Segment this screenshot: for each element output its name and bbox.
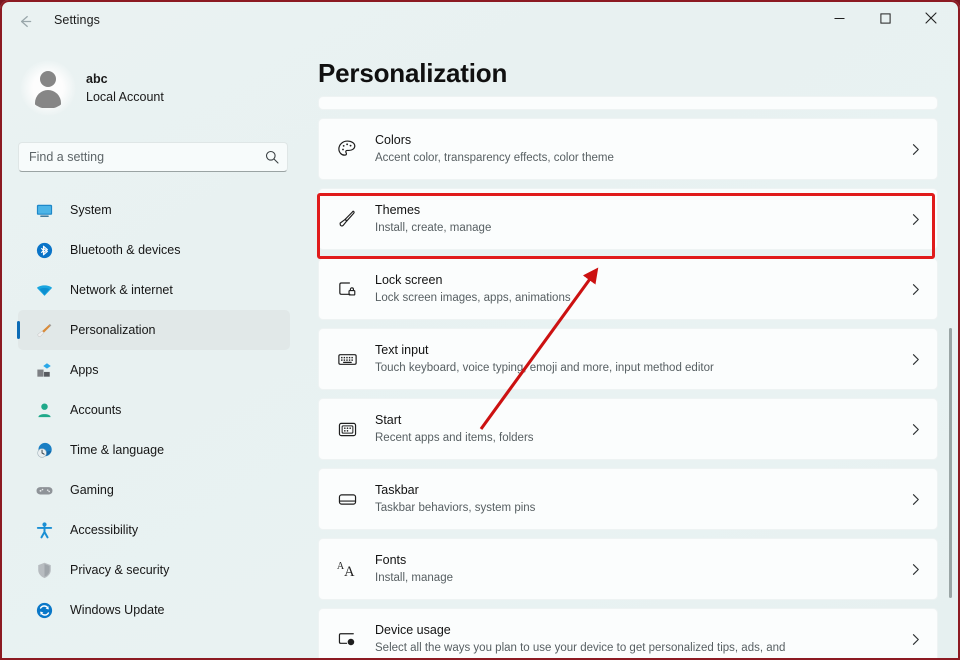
sidebar-item-accessibility[interactable]: Accessibility	[18, 510, 290, 550]
search-box[interactable]	[18, 142, 288, 172]
update-refresh-icon	[32, 600, 56, 620]
svg-text:A: A	[344, 564, 355, 580]
title-bar: Settings	[2, 2, 958, 40]
sidebar-item-network-internet[interactable]: Network & internet	[18, 270, 290, 310]
bluetooth-icon	[32, 240, 56, 260]
sidebar-item-label: Privacy & security	[70, 563, 170, 577]
card-title: Start	[375, 413, 402, 427]
sidebar-item-privacy-security[interactable]: Privacy & security	[18, 550, 290, 590]
window-inner: Settings abc Local Account Find a settin…	[2, 2, 958, 660]
app-title: Settings	[54, 13, 100, 27]
chevron-right-icon	[893, 633, 937, 646]
search-icon	[257, 150, 287, 164]
sidebar-item-label: Time & language	[70, 443, 165, 457]
wifi-icon	[32, 280, 56, 300]
card-subtitle: Touch keyboard, voice typing, emoji and …	[375, 362, 714, 374]
chevron-right-icon	[893, 493, 937, 506]
minimize-button[interactable]	[816, 2, 862, 34]
card-subtitle: Accent color, transparency effects, colo…	[375, 152, 614, 164]
sidebar-item-label: Accounts	[70, 403, 122, 417]
settings-card-colors[interactable]: Colors Accent color, transparency effect…	[318, 118, 938, 180]
sidebar-item-label: Personalization	[70, 323, 156, 337]
fonts-aa-icon: A A	[319, 549, 375, 589]
sidebar-item-label: Accessibility	[70, 523, 139, 537]
gamepad-icon	[32, 480, 56, 500]
sidebar-item-label: Network & internet	[70, 283, 173, 297]
sidebar: abc Local Account Find a setting System …	[2, 40, 304, 660]
settings-card-taskbar[interactable]: Taskbar Taskbar behaviors, system pins	[318, 468, 938, 530]
clock-globe-icon	[32, 440, 56, 460]
card-title: Text input	[375, 343, 429, 357]
maximize-button[interactable]	[862, 2, 908, 34]
person-icon	[32, 400, 56, 420]
sidebar-item-accounts[interactable]: Accounts	[18, 390, 290, 430]
card-title: Colors	[375, 133, 412, 147]
card-subtitle: Install, create, manage	[375, 222, 492, 234]
chevron-right-icon	[893, 143, 937, 156]
sidebar-item-label: Windows Update	[70, 603, 165, 617]
sidebar-item-personalization[interactable]: Personalization	[17, 310, 290, 350]
paintbrush-icon	[32, 320, 56, 340]
vertical-scrollbar[interactable]	[949, 328, 952, 598]
taskbar-icon	[319, 479, 375, 519]
card-subtitle: Select all the ways you plan to use your…	[375, 642, 786, 654]
card-title: Device usage	[375, 623, 451, 637]
user-avatar-icon	[27, 67, 69, 109]
card-subtitle: Taskbar behaviors, system pins	[375, 502, 536, 514]
start-grid-icon	[319, 409, 375, 449]
sidebar-nav: System Bluetooth & devices Network & int…	[17, 190, 290, 630]
device-usage-icon	[319, 619, 375, 659]
chevron-right-icon	[893, 423, 937, 436]
card-subtitle: Install, manage	[375, 572, 453, 584]
search-input[interactable]	[19, 150, 257, 164]
shield-icon	[32, 560, 56, 580]
sidebar-item-gaming[interactable]: Gaming	[18, 470, 290, 510]
apps-icon	[32, 360, 56, 380]
settings-card-text-input[interactable]: Text input Touch keyboard, voice typing,…	[318, 328, 938, 390]
sidebar-item-bluetooth-devices[interactable]: Bluetooth & devices	[18, 230, 290, 270]
sidebar-item-label: System	[70, 203, 112, 217]
card-title: Taskbar	[375, 483, 419, 497]
sidebar-item-apps[interactable]: Apps	[18, 350, 290, 390]
close-button[interactable]	[908, 2, 954, 34]
sidebar-item-label: Bluetooth & devices	[70, 243, 181, 257]
paintbrush-icon	[319, 199, 375, 239]
keyboard-icon	[319, 339, 375, 379]
main-content: Personalization Colors Accent color, tra…	[304, 40, 958, 660]
account-tile[interactable]: abc Local Account	[20, 57, 280, 119]
account-name: abc	[86, 71, 108, 86]
palette-icon	[319, 129, 375, 169]
sidebar-item-label: Gaming	[70, 483, 114, 497]
sidebar-item-label: Apps	[70, 363, 99, 377]
card-title: Themes	[375, 203, 421, 217]
settings-card-start[interactable]: Start Recent apps and items, folders	[318, 398, 938, 460]
settings-window: Settings abc Local Account Find a settin…	[0, 0, 960, 660]
chevron-right-icon	[893, 213, 937, 226]
lock-screen-icon	[319, 269, 375, 309]
settings-card-lock-screen[interactable]: Lock screen Lock screen images, apps, an…	[318, 258, 938, 320]
account-type: Local Account	[86, 89, 164, 104]
chevron-right-icon	[893, 563, 937, 576]
partial-card-above[interactable]	[318, 96, 938, 110]
settings-card-fonts[interactable]: A A Fonts Install, manage	[318, 538, 938, 600]
sidebar-item-windows-update[interactable]: Windows Update	[18, 590, 290, 630]
card-subtitle: Lock screen images, apps, animations	[375, 292, 571, 304]
chevron-right-icon	[893, 283, 937, 296]
card-subtitle: Recent apps and items, folders	[375, 432, 534, 444]
settings-card-themes[interactable]: Themes Install, create, manage	[318, 188, 938, 250]
card-title: Fonts	[375, 553, 407, 567]
chevron-right-icon	[893, 353, 937, 366]
back-button[interactable]	[10, 8, 40, 34]
card-title: Lock screen	[375, 273, 443, 287]
page-title: Personalization	[318, 58, 508, 88]
system-monitor-icon	[32, 200, 56, 220]
settings-card-device-usage[interactable]: Device usage Select all the ways you pla…	[318, 608, 938, 660]
avatar	[20, 60, 76, 116]
sidebar-item-system[interactable]: System	[18, 190, 290, 230]
settings-card-list: Colors Accent color, transparency effect…	[318, 96, 938, 660]
sidebar-item-time-language[interactable]: Time & language	[18, 430, 290, 470]
accessibility-person-icon	[32, 520, 56, 540]
